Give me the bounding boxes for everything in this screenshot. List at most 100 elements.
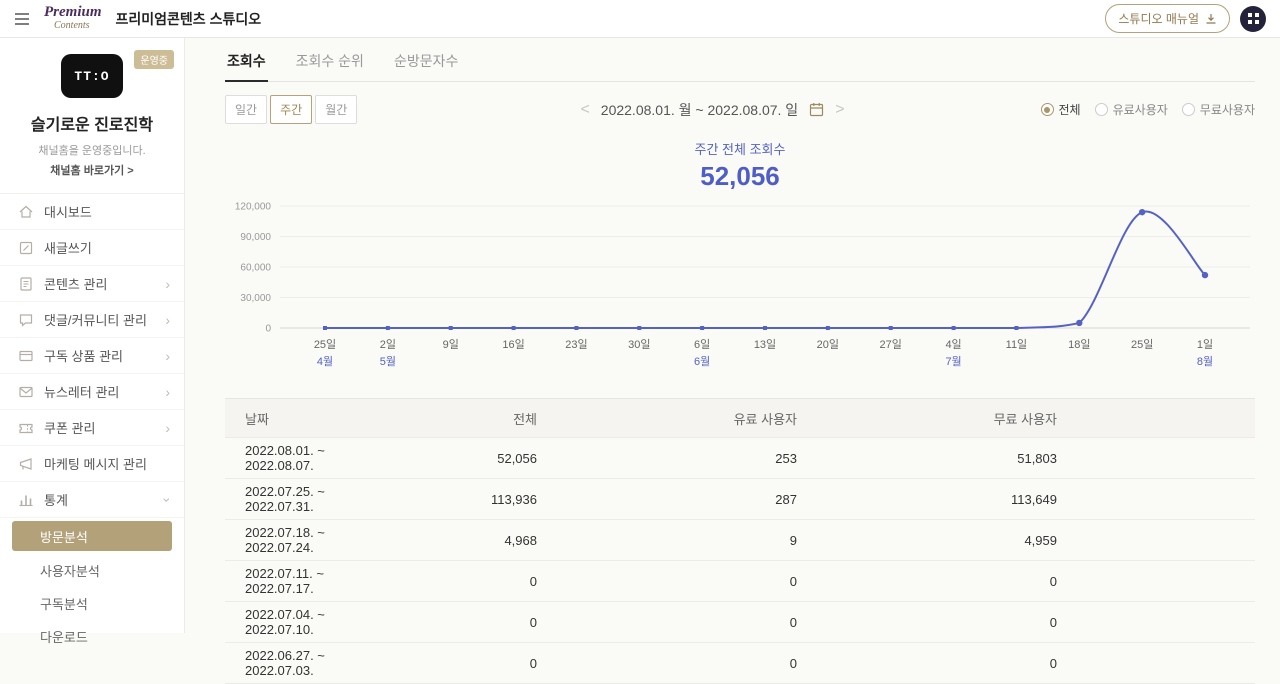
tab-views-rank[interactable]: 조회수 순위 (294, 44, 366, 81)
sidebar-menu: 대시보드새글쓰기콘텐츠 관리›댓글/커뮤니티 관리›구독 상품 관리›뉴스레터 … (0, 193, 184, 518)
app-title: 프리미엄콘텐츠 스튜디오 (116, 9, 262, 29)
premium-contents-logo[interactable]: Premium Contents (44, 5, 102, 31)
chevron-right-icon: › (165, 277, 170, 291)
table-cell: 0 (797, 615, 1057, 630)
sidebar-subitem-visit-analysis[interactable]: 방문분석 (12, 521, 172, 551)
table-cell: 287 (537, 492, 797, 507)
radio-free-users[interactable]: 무료사용자 (1182, 101, 1255, 118)
table-header-cell: 전체 (345, 409, 537, 428)
date-range-label: 2022.08.01. 월 ~ 2022.08.07. 일 (601, 100, 798, 120)
sidebar-item-statistics[interactable]: 통계› (0, 482, 184, 518)
sidebar-subitem-subscription-analysis[interactable]: 구독분석 (0, 587, 184, 620)
channel-home-link[interactable]: 채널홈 바로가기 > (0, 162, 184, 178)
svg-text:120,000: 120,000 (235, 202, 272, 213)
svg-text:20일: 20일 (817, 337, 839, 351)
svg-text:0: 0 (265, 324, 271, 335)
sidebar-item-label: 마케팅 메시지 관리 (44, 454, 170, 473)
sidebar-item-subscription-products[interactable]: 구독 상품 관리› (0, 338, 184, 374)
tab-bar: 조회수 조회수 순위 순방문자수 (225, 44, 1255, 82)
svg-text:4일: 4일 (945, 337, 961, 351)
sidebar-item-marketing-messages[interactable]: 마케팅 메시지 관리 (0, 446, 184, 482)
period-button-weekly[interactable]: 주간 (270, 95, 312, 124)
period-toggle: 일간주간월간 (225, 95, 450, 124)
dashboard-icon (18, 204, 34, 220)
table-cell: 2022.07.11. ~ 2022.07.17. (225, 566, 345, 596)
svg-text:23일: 23일 (565, 337, 587, 351)
svg-text:13일: 13일 (754, 337, 776, 351)
grid-icon (1248, 13, 1259, 24)
radio-dot (1041, 103, 1054, 116)
table-cell: 113,936 (345, 492, 537, 507)
table-cell: 0 (537, 615, 797, 630)
sidebar-item-label: 대시보드 (44, 202, 170, 221)
write-icon (18, 240, 34, 256)
table-header-cell: 유료 사용자 (537, 409, 797, 428)
weekly-views-line-chart: 030,00060,00090,000120,00025일4월2일5월9일16일… (225, 196, 1255, 374)
table-cell: 0 (537, 574, 797, 589)
period-button-daily[interactable]: 일간 (225, 95, 267, 124)
table-cell: 0 (797, 656, 1057, 671)
svg-text:11일: 11일 (1006, 337, 1028, 351)
table-cell: 0 (345, 574, 537, 589)
sidebar-item-label: 쿠폰 관리 (44, 418, 165, 437)
sidebar-item-new-post[interactable]: 새글쓰기 (0, 230, 184, 266)
sidebar-item-dashboard[interactable]: 대시보드 (0, 194, 184, 230)
sidebar-item-comments-community[interactable]: 댓글/커뮤니티 관리› (0, 302, 184, 338)
chevron-right-icon: › (165, 421, 170, 435)
table-cell: 4,959 (797, 533, 1057, 548)
svg-text:27일: 27일 (880, 337, 902, 351)
sidebar-item-content-management[interactable]: 콘텐츠 관리› (0, 266, 184, 302)
next-period-button[interactable]: > (835, 102, 844, 118)
tab-unique-visitors[interactable]: 순방문자수 (392, 44, 460, 81)
sidebar-item-label: 구독 상품 관리 (44, 346, 165, 365)
channel-logo[interactable]: TT:O (61, 54, 123, 98)
tab-views[interactable]: 조회수 (225, 44, 268, 82)
table-cell: 253 (537, 451, 797, 466)
sidebar-item-newsletter[interactable]: 뉴스레터 관리› (0, 374, 184, 410)
table-cell: 52,056 (345, 451, 537, 466)
chevron-right-icon: › (165, 349, 170, 363)
sidebar-subitem-user-analysis[interactable]: 사용자분석 (0, 554, 184, 587)
radio-label: 전체 (1059, 101, 1081, 118)
radio-dot (1095, 103, 1108, 116)
chevron-down-icon: › (161, 497, 175, 502)
user-type-filter: 전체 유료사용자 무료사용자 (975, 101, 1255, 118)
period-button-monthly[interactable]: 월간 (315, 95, 357, 124)
table-cell: 51,803 (797, 451, 1057, 466)
table-header-cell: 무료 사용자 (797, 409, 1057, 428)
prev-period-button[interactable]: < (580, 102, 589, 118)
calendar-icon[interactable] (809, 102, 824, 117)
table-cell: 4,968 (345, 533, 537, 548)
stats-icon (18, 492, 34, 508)
sidebar: 운영중 TT:O 슬기로운 진로진학 채널홈을 운영중입니다. 채널홈 바로가기… (0, 38, 185, 633)
sidebar-item-coupon[interactable]: 쿠폰 관리› (0, 410, 184, 446)
table-header-row: 날짜전체유료 사용자무료 사용자 (225, 398, 1255, 438)
svg-text:7월: 7월 (945, 355, 961, 368)
studio-manual-label: 스튜디오 매뉴얼 (1118, 10, 1199, 27)
account-button[interactable] (1240, 6, 1266, 32)
download-icon (1205, 13, 1217, 25)
logo-line2: Contents (54, 21, 102, 32)
coupon-icon (18, 420, 34, 436)
table-cell: 2022.06.27. ~ 2022.07.03. (225, 648, 345, 678)
svg-text:6월: 6월 (694, 355, 710, 368)
table-row: 2022.08.01. ~ 2022.08.07.52,05625351,803 (225, 438, 1255, 479)
radio-all[interactable]: 전체 (1041, 101, 1081, 118)
sidebar-item-label: 새글쓰기 (44, 238, 170, 257)
summary-value: 52,056 (225, 161, 1255, 192)
newsletter-icon (18, 384, 34, 400)
table-cell: 2022.07.25. ~ 2022.07.31. (225, 484, 345, 514)
radio-paid-users[interactable]: 유료사용자 (1095, 101, 1168, 118)
summary-label: 주간 전체 조회수 (225, 139, 1255, 158)
subscription-icon (18, 348, 34, 364)
svg-text:2일: 2일 (380, 337, 396, 351)
date-navigator: < 2022.08.01. 월 ~ 2022.08.07. 일 > (450, 100, 975, 120)
table-cell: 0 (537, 656, 797, 671)
sidebar-item-label: 통계 (44, 490, 165, 509)
svg-text:60,000: 60,000 (240, 263, 271, 274)
sidebar-item-label: 콘텐츠 관리 (44, 274, 165, 293)
table-cell: 0 (797, 574, 1057, 589)
hamburger-menu-icon[interactable] (14, 12, 30, 26)
studio-manual-button[interactable]: 스튜디오 매뉴얼 (1105, 4, 1230, 33)
summary-block: 주간 전체 조회수 52,056 (225, 139, 1255, 192)
